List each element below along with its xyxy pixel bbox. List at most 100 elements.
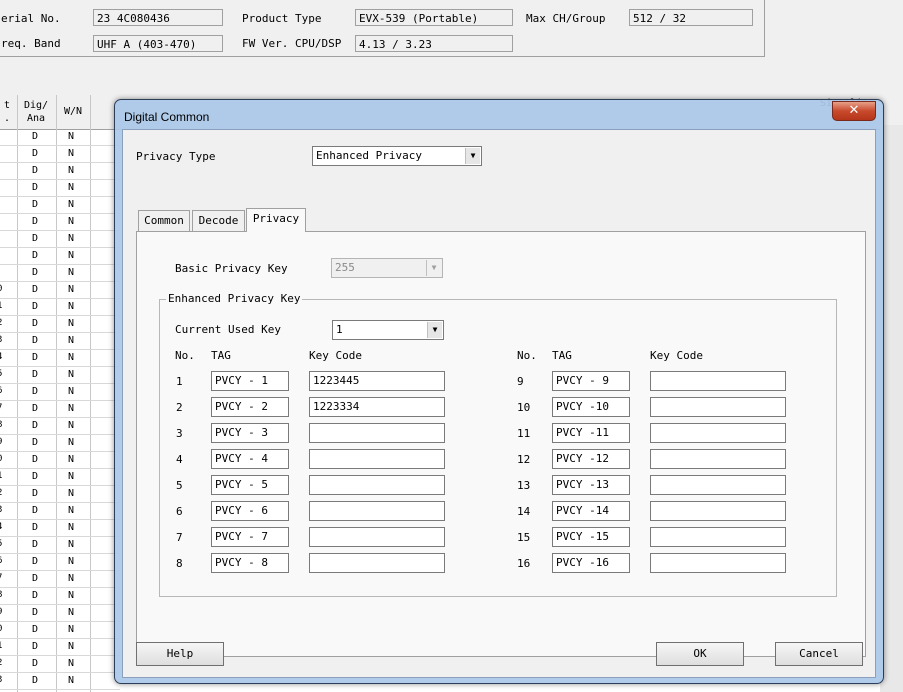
table-row[interactable]: DN [0,248,120,265]
key-code-field[interactable] [650,371,786,391]
close-button[interactable]: ✕ [832,101,876,121]
grid-rows: DNDNDNDNDNDNDNDNDN0DN1DN2DN3DN4DN5DN6DN7… [0,129,120,690]
key-code-field[interactable] [650,527,786,547]
dig-ana-cell: D [32,148,39,159]
row-number: 2 [0,488,2,498]
table-row[interactable]: 0 D N [0,452,120,469]
tag-field[interactable]: PVCY -11 [552,423,630,443]
dig-ana-cell: D [32,624,39,635]
table-row[interactable]: 1 D N [0,469,120,486]
radio-info-panel: erial No. 23 4C080436 Product Type EVX-5… [0,0,765,57]
table-row[interactable]: 5 D N [0,537,120,554]
wn-header: W/N [63,106,83,117]
key-code-field[interactable] [309,501,445,521]
wn-cell: N [68,539,75,550]
dig-ana-cell: D [32,318,39,329]
wn-cell: N [68,318,75,329]
key-code-field[interactable] [650,553,786,573]
tab-common[interactable]: Common [138,210,190,231]
table-row[interactable]: 1 D N [0,299,120,316]
table-row[interactable]: 6 D N [0,554,120,571]
key-row-number: 5 [176,479,183,492]
table-row[interactable]: DN [0,146,120,163]
tag-field[interactable]: PVCY - 8 [211,553,289,573]
chevron-down-icon: ▼ [426,260,441,276]
table-row[interactable]: DN [0,214,120,231]
tag-field[interactable]: PVCY -13 [552,475,630,495]
table-row[interactable]: 4 D N [0,350,120,367]
tag-field[interactable]: PVCY - 7 [211,527,289,547]
table-row[interactable]: 3 D N [0,673,120,690]
table-row[interactable]: 5 D N [0,367,120,384]
tag-field[interactable]: PVCY - 3 [211,423,289,443]
wn-cell: N [68,573,75,584]
cancel-button[interactable]: Cancel [775,642,863,666]
table-row[interactable]: 2 D N [0,316,120,333]
table-row[interactable]: 7 D N [0,571,120,588]
tag-field[interactable]: PVCY - 6 [211,501,289,521]
tag-field[interactable]: PVCY -12 [552,449,630,469]
tag-field[interactable]: PVCY - 1 [211,371,289,391]
table-row[interactable]: DN [0,129,120,146]
tag-field[interactable]: PVCY -14 [552,501,630,521]
table-row[interactable]: 6 D N [0,384,120,401]
key-row-number: 9 [517,375,524,388]
current-used-key-select[interactable]: 1 ▼ [332,320,444,340]
row-number: 4 [0,522,2,532]
wn-cell: N [68,386,75,397]
table-row[interactable]: DN [0,163,120,180]
key-code-field[interactable] [650,501,786,521]
key-code-field[interactable] [309,475,445,495]
table-row[interactable]: DN [0,180,120,197]
tag-field[interactable]: PVCY - 2 [211,397,289,417]
help-button[interactable]: Help [136,642,224,666]
table-row[interactable]: 4 D N [0,520,120,537]
key-code-field[interactable] [650,423,786,443]
key-code-field[interactable] [309,423,445,443]
table-row[interactable]: DN [0,265,120,282]
table-row[interactable]: 8 D N [0,418,120,435]
key-code-field[interactable] [650,449,786,469]
table-row[interactable]: DN [0,231,120,248]
table-row[interactable]: 8 D N [0,588,120,605]
key-code-field[interactable] [650,397,786,417]
table-row[interactable]: 7 D N [0,401,120,418]
tab-decode[interactable]: Decode [192,210,245,231]
key-code-field[interactable] [309,527,445,547]
table-row[interactable]: 0 D N [0,622,120,639]
tag-field[interactable]: PVCY -15 [552,527,630,547]
dig-ana-cell: D [32,420,39,431]
dig-ana-cell: D [32,369,39,380]
table-row[interactable]: 2 D N [0,656,120,673]
key-code-field[interactable]: 1223445 [309,371,445,391]
key-code-field[interactable]: 1223334 [309,397,445,417]
table-row[interactable]: 2 D N [0,486,120,503]
table-row[interactable]: 9 D N [0,435,120,452]
chevron-down-icon: ▼ [427,322,442,338]
wn-cell: N [68,590,75,601]
col-no-header: No. [517,349,537,362]
tag-field[interactable]: PVCY -10 [552,397,630,417]
tag-field[interactable]: PVCY - 9 [552,371,630,391]
table-row[interactable]: DN [0,197,120,214]
key-code-field[interactable] [309,553,445,573]
tag-field[interactable]: PVCY - 5 [211,475,289,495]
table-row[interactable]: 3 D N [0,333,120,350]
key-code-field[interactable] [650,475,786,495]
privacy-type-select[interactable]: Enhanced Privacy ▼ [312,146,482,166]
table-row[interactable]: 0 D N [0,282,120,299]
key-code-field[interactable] [309,449,445,469]
table-row[interactable]: 3 D N [0,503,120,520]
ok-button[interactable]: OK [656,642,744,666]
key-row-number: 2 [176,401,183,414]
dig-ana-cell: D [32,199,39,210]
key-row-number: 1 [176,375,183,388]
table-row[interactable]: 1 D N [0,639,120,656]
table-row[interactable]: 9 D N [0,605,120,622]
tag-field[interactable]: PVCY - 4 [211,449,289,469]
key-row-number: 10 [517,401,531,414]
dialog-title: Digital Common [124,110,210,124]
dig-ana-cell: D [32,471,39,482]
tab-privacy[interactable]: Privacy [246,208,306,232]
tag-field[interactable]: PVCY -16 [552,553,630,573]
